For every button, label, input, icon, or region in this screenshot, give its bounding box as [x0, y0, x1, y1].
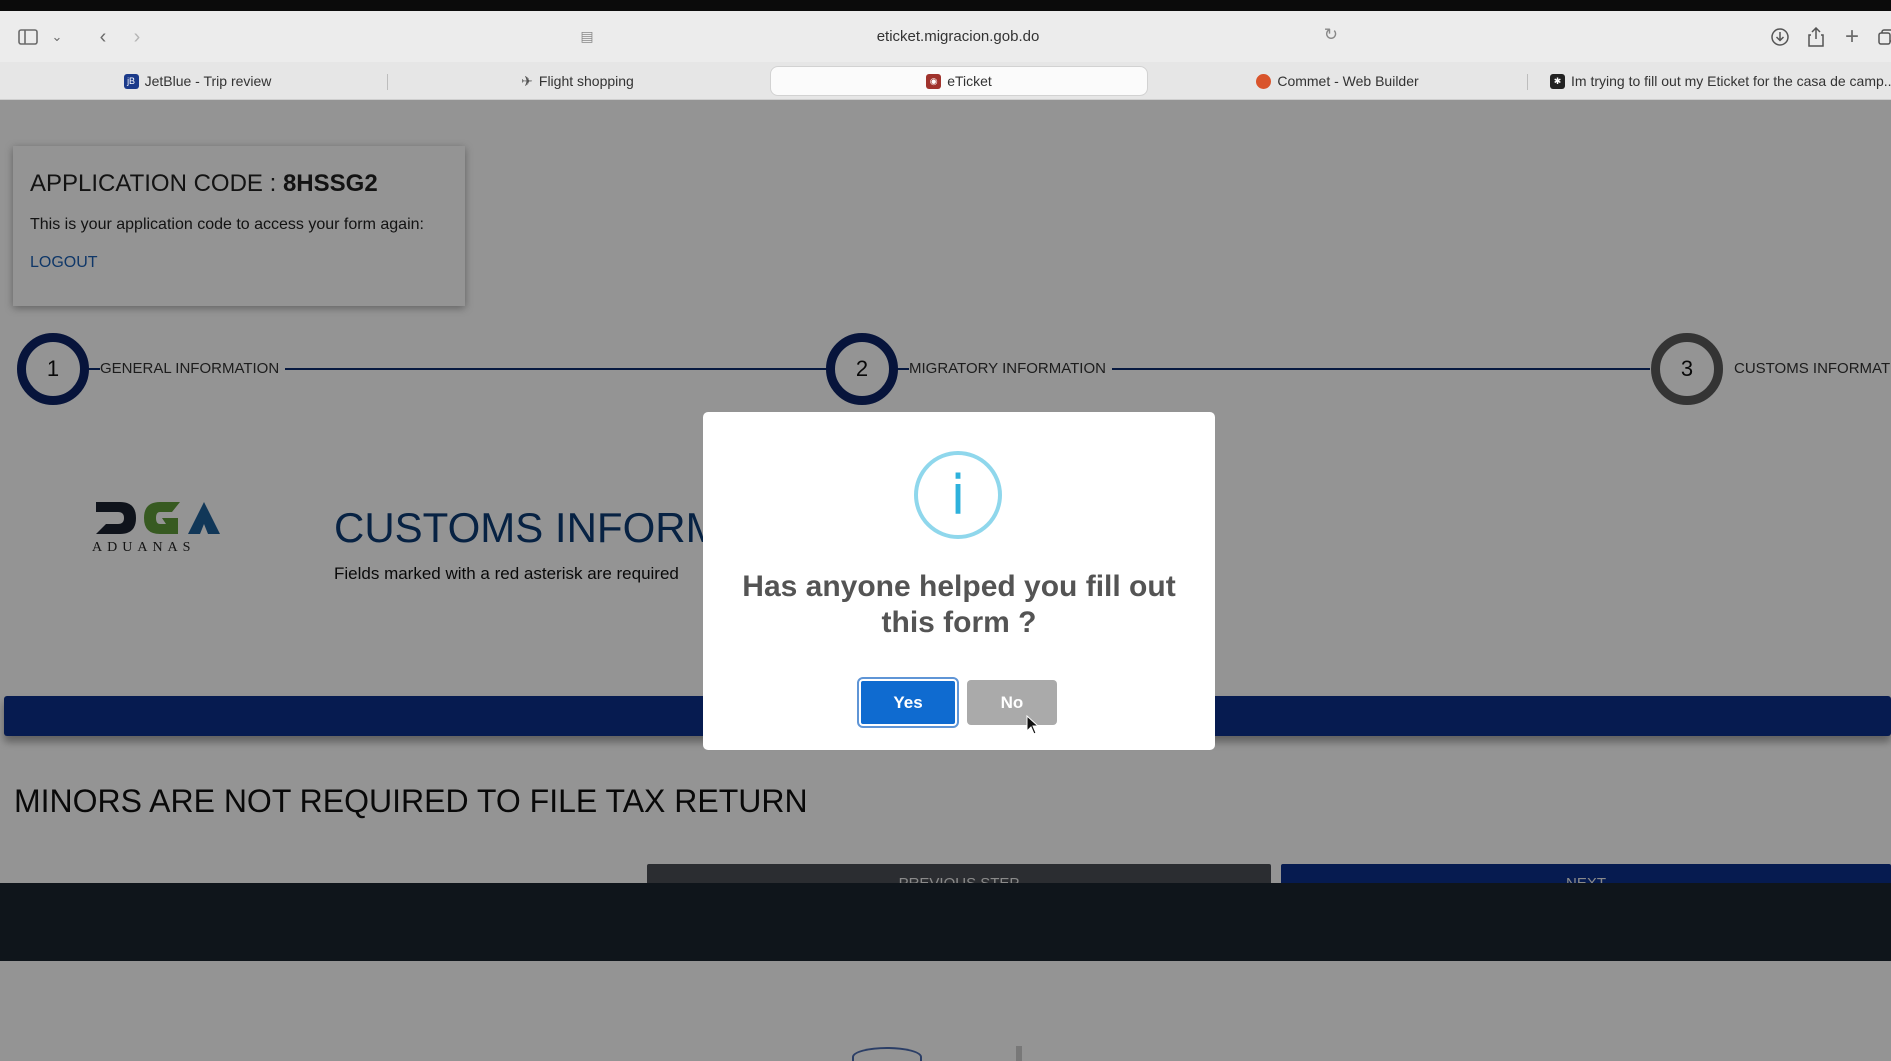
info-icon: i [914, 451, 1002, 539]
tab-jetblue[interactable]: jB JetBlue - Trip review [10, 66, 385, 96]
yes-button[interactable]: Yes [857, 677, 959, 728]
tab-label: Flight shopping [538, 73, 634, 89]
tab-eticket[interactable]: ◉ eTicket [770, 66, 1148, 96]
chevron-down-icon[interactable]: ⌄ [43, 23, 71, 51]
new-tab-icon[interactable]: + [1838, 23, 1866, 51]
url-text: eticket.migracion.gob.do [876, 27, 1040, 45]
tab-overview-icon[interactable] [1872, 23, 1891, 51]
sidebar-toggle-icon[interactable] [14, 23, 42, 51]
tab-bar: jB JetBlue - Trip review ✈ Flight shoppi… [0, 62, 1891, 100]
mouse-cursor-icon [1026, 715, 1040, 735]
back-icon[interactable]: ‹ [89, 23, 117, 51]
page-settings-icon[interactable]: ▤ [578, 27, 596, 45]
jetblue-favicon: jB [123, 73, 139, 89]
no-button[interactable]: No [967, 680, 1057, 725]
forward-icon[interactable]: › [123, 23, 151, 51]
reload-icon[interactable]: ↻ [1324, 25, 1338, 45]
eticket-favicon: ◉ [926, 73, 942, 89]
chat-favicon: ✱ [1550, 73, 1565, 89]
download-icon[interactable] [1766, 23, 1794, 51]
tab-separator [1527, 74, 1528, 90]
tab-label: Im trying to fill out my Eticket for the… [1571, 73, 1891, 89]
tab-label: JetBlue - Trip review [144, 73, 272, 89]
commet-favicon [1256, 73, 1272, 89]
macos-menu-bar [0, 0, 1891, 11]
share-icon[interactable] [1802, 23, 1830, 51]
tab-separator [387, 74, 388, 90]
browser-toolbar: ⌄ ‹ › ▤ eticket.migracion.gob.do ↻ + [0, 11, 1891, 62]
tab-label: Commet - Web Builder [1277, 73, 1419, 89]
plane-icon: ✈ [521, 72, 533, 89]
info-icon-glyph: i [950, 463, 966, 527]
tab-label: eTicket [947, 73, 992, 89]
tab-chat[interactable]: ✱ Im trying to fill out my Eticket for t… [1550, 66, 1891, 96]
address-bar[interactable]: ▤ eticket.migracion.gob.do ↻ [568, 19, 1348, 53]
helper-question-dialog: i Has anyone helped you fill out this fo… [703, 412, 1215, 750]
tab-flight-shopping[interactable]: ✈ Flight shopping [390, 66, 765, 96]
tab-commet[interactable]: Commet - Web Builder [1150, 66, 1525, 96]
dialog-title: Has anyone helped you fill out this form… [742, 570, 1176, 639]
